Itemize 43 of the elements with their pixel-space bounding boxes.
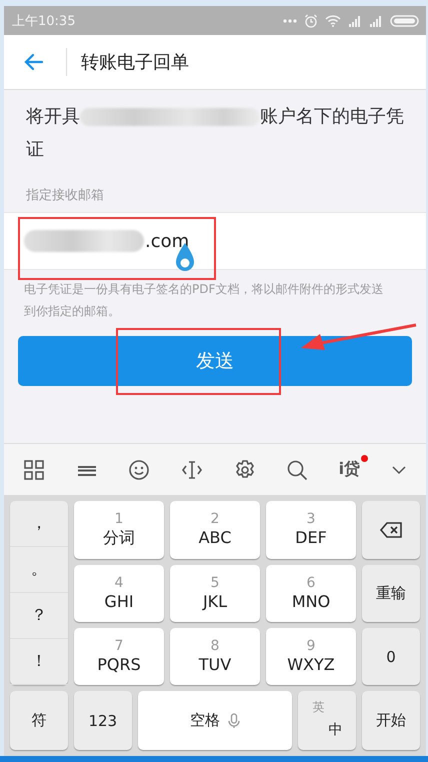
symbol-key[interactable]: ？ [10,593,68,639]
backspace-icon [380,522,402,538]
digit-key[interactable]: 7 PQRS [74,628,164,685]
key[interactable]: 0 [362,628,420,685]
battery-icon [390,14,420,26]
language-key[interactable]: 英 中 [298,691,356,750]
notice-text: 将开具 账户名下的电子凭证 [25,105,405,162]
cursor-icon[interactable] [180,458,203,480]
key[interactable]: 符 [10,691,68,750]
status-time: 上午10:35 [12,12,76,30]
settings-icon[interactable] [234,458,256,480]
digit-key[interactable]: 5 JKL [170,565,260,622]
smiley-icon[interactable] [128,458,150,480]
digit-key[interactable]: 6 MNO [266,565,356,622]
digit-key[interactable]: 9 WXYZ [266,628,356,685]
key[interactable]: 123 [74,691,132,750]
key[interactable]: 重输 [362,565,420,622]
symbol-key[interactable]: ！ [10,639,68,685]
key[interactable]: 开始 [362,691,420,750]
microphone-icon [228,712,240,728]
page-title: 转账电子回单 [81,51,189,74]
back-arrow-icon[interactable] [24,53,44,71]
symbol-key[interactable]: 。 [10,547,68,593]
chevron-down-icon[interactable] [390,464,407,474]
email-label: 指定接收邮箱 [25,187,105,205]
signal-icon [348,14,362,26]
digit-key[interactable]: 4 GHI [74,565,164,622]
alarm-icon [304,14,318,28]
more-icon [283,18,297,22]
digit-key[interactable]: 8 TUV [170,628,260,685]
space-key[interactable]: 空格 [138,691,292,750]
loan-button[interactable]: i贷 [338,459,360,480]
digit-key[interactable]: 3 DEF [266,501,356,559]
signal-icon [369,14,383,26]
symbol-key[interactable]: ， [10,501,68,547]
hint-text: 电子凭证是一份具有电子签名的PDF文档，将以邮件附件的形式发送到你指定的邮箱。 [23,281,384,320]
grid-icon[interactable] [23,458,46,480]
email-field[interactable]: .com [4,212,426,270]
digit-key[interactable]: 2 ABC [170,501,260,559]
digit-key[interactable]: 1 分词 [74,501,164,559]
wifi-icon [325,14,341,26]
backspace-key[interactable] [362,501,420,559]
search-icon[interactable] [286,458,308,480]
